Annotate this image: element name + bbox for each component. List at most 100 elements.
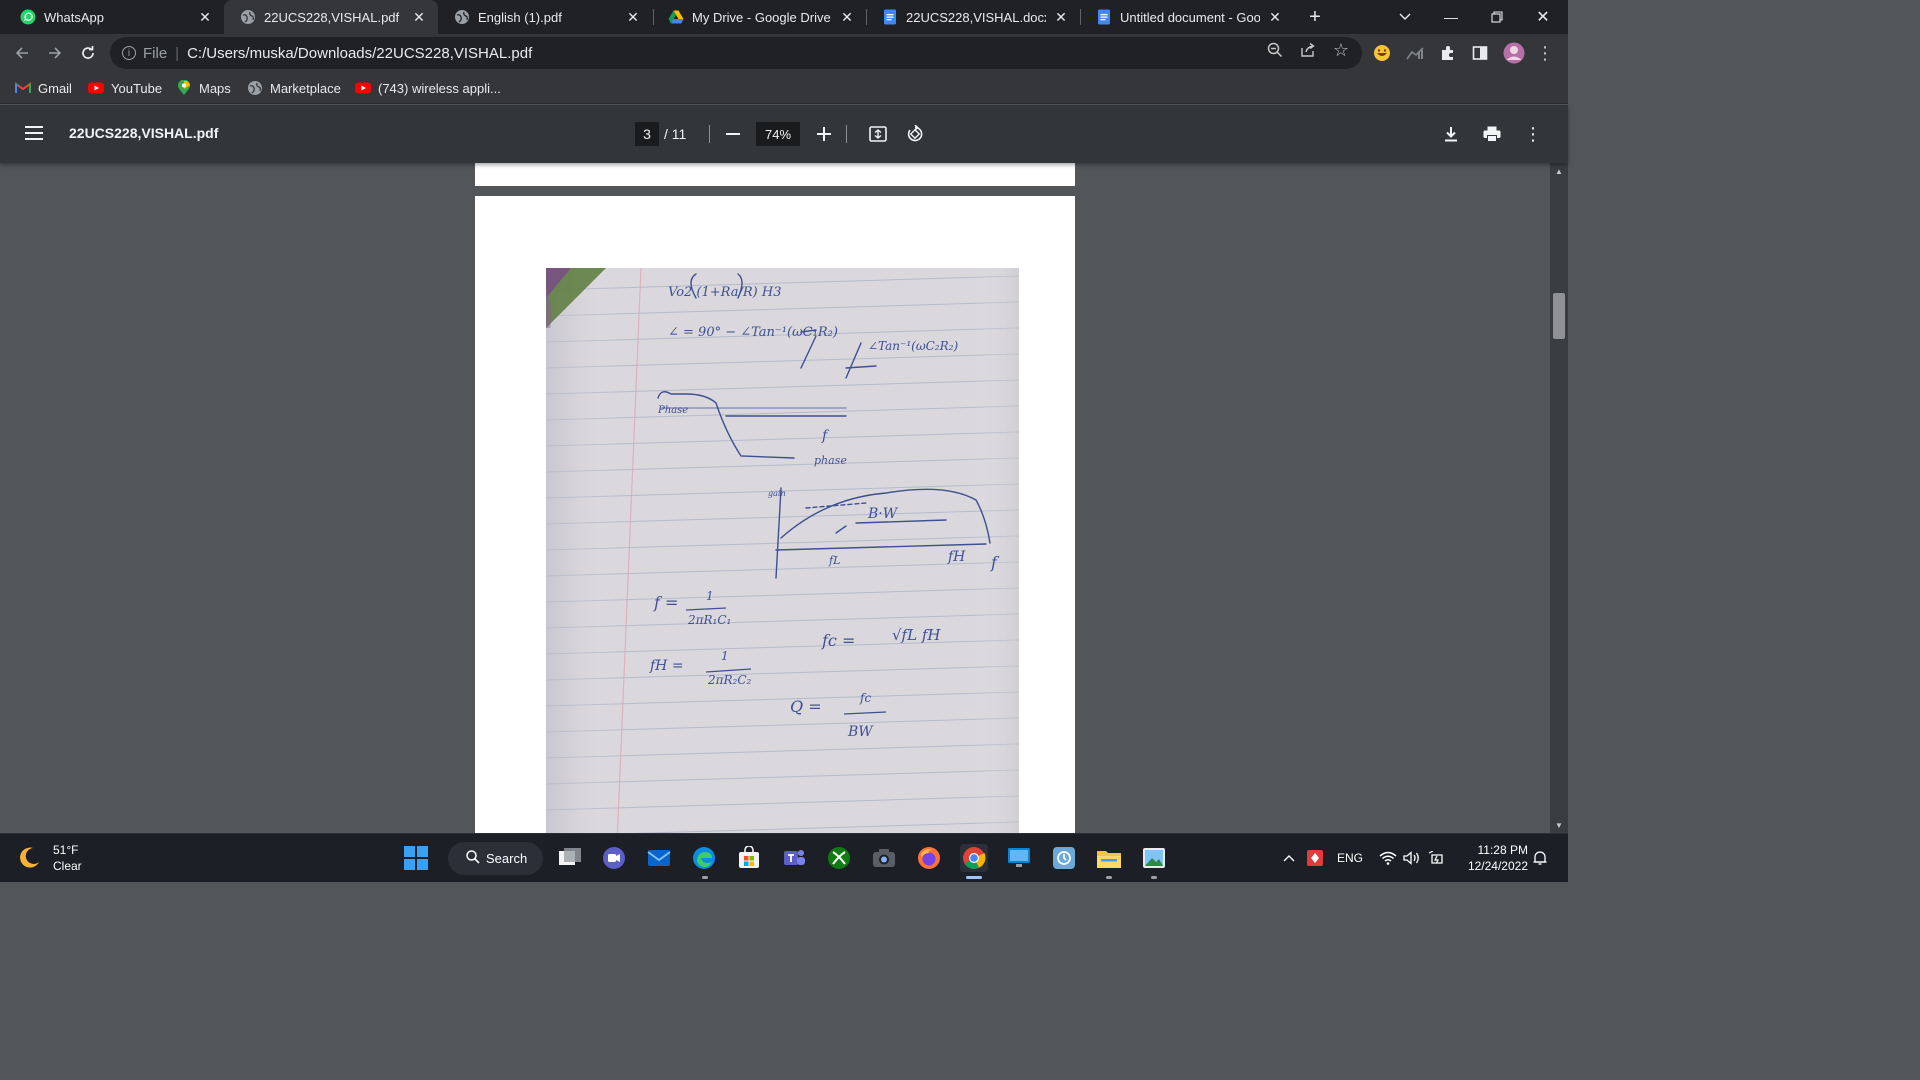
- bookmark-label: YouTube: [111, 80, 163, 96]
- tab-english-pdf[interactable]: English (1).pdf ✕: [438, 0, 652, 34]
- graph-phase-label-2: phase: [814, 454, 847, 467]
- url-scheme-label: File: [143, 44, 168, 62]
- chrome-icon[interactable]: [960, 844, 988, 872]
- bookmark-maps[interactable]: Maps: [176, 78, 231, 98]
- side-panel-icon[interactable]: [1467, 40, 1493, 66]
- bookmark-label: Maps: [199, 80, 231, 96]
- scroll-up-arrow-icon[interactable]: ▲: [1553, 165, 1565, 177]
- tab-docx[interactable]: 22UCS228,VISHAL.docx - G ✕: [866, 0, 1080, 34]
- scrollbar-thumb[interactable]: [1553, 293, 1565, 339]
- zoom-in-button[interactable]: [812, 122, 836, 146]
- browser-menu-icon[interactable]: ⋮: [1532, 40, 1558, 66]
- volume-icon[interactable]: [1402, 849, 1422, 867]
- clock-time: 11:28 PM: [1477, 843, 1528, 857]
- mail-icon[interactable]: [645, 844, 673, 872]
- close-window-button[interactable]: ✕: [1520, 0, 1566, 34]
- handwriting-line-2: ∠ = 90° − ∠Tan⁻¹(ωC₁R₂): [668, 325, 838, 340]
- bookmark-marketplace[interactable]: Marketplace: [247, 78, 341, 98]
- graph-fl-label: fL: [828, 554, 840, 567]
- zoom-out-button[interactable]: [721, 122, 745, 146]
- moon-icon: [20, 847, 39, 868]
- microsoft-store-icon[interactable]: [735, 844, 763, 872]
- globe-icon: [240, 9, 256, 25]
- info-icon[interactable]: i: [122, 46, 136, 60]
- zoom-icon[interactable]: [1263, 38, 1287, 62]
- page-number-input[interactable]: 3: [635, 122, 659, 146]
- edge-browser-icon[interactable]: [690, 844, 718, 872]
- profile-avatar[interactable]: [1501, 40, 1527, 66]
- tab-title: My Drive - Google Drive: [692, 9, 831, 25]
- bookmark-label: (743) wireless appli...: [378, 80, 501, 96]
- equation-1-denominator: 2πR₁C₁: [687, 613, 731, 627]
- bookmark-label: Gmail: [38, 80, 72, 96]
- teams-chat-icon[interactable]: [600, 844, 628, 872]
- windows-taskbar: 51°F Clear Search ENG 11:28 PM 12/24/202…: [0, 833, 1568, 882]
- weather-widget[interactable]: 51°F Clear: [16, 842, 82, 874]
- battery-icon[interactable]: [1427, 849, 1447, 867]
- task-view-icon[interactable]: [556, 844, 584, 872]
- tab-title: English (1).pdf: [478, 9, 562, 25]
- pdf-viewer[interactable]: Vo2 (1+Ra/R) H3 ∠ = 90° − ∠Tan⁻¹(ωC₁R₂) …: [0, 163, 1568, 833]
- bookmark-wireless[interactable]: (743) wireless appli...: [355, 78, 501, 98]
- close-icon[interactable]: ✕: [1266, 8, 1284, 26]
- close-icon[interactable]: ✕: [1052, 8, 1070, 26]
- close-icon[interactable]: ✕: [410, 8, 428, 26]
- show-hidden-icons-chevron-icon[interactable]: [1280, 850, 1298, 866]
- running-indicator: [702, 876, 708, 879]
- tab-search-chevron-icon[interactable]: [1382, 0, 1428, 34]
- vertical-scrollbar[interactable]: ▲ ▼: [1550, 163, 1568, 833]
- notifications-icon[interactable]: [1530, 849, 1550, 867]
- tab-title: WhatsApp: [44, 9, 104, 25]
- scroll-down-arrow-icon[interactable]: ▼: [1553, 819, 1565, 831]
- puzzle-extensions-icon[interactable]: [1435, 40, 1461, 66]
- photos-icon[interactable]: [1140, 844, 1168, 872]
- language-indicator[interactable]: ENG: [1334, 849, 1366, 867]
- reload-button[interactable]: [74, 39, 102, 67]
- bookmarks-bar: Gmail YouTube Maps Marketplace (743) wir…: [0, 72, 1568, 104]
- wifi-icon[interactable]: [1378, 849, 1398, 867]
- tab-google-drive[interactable]: My Drive - Google Drive ✕: [652, 0, 866, 34]
- address-bar[interactable]: i File | C:/Users/muska/Downloads/22UCS2…: [110, 37, 1362, 69]
- share-icon[interactable]: [1296, 38, 1320, 62]
- system-clock[interactable]: 11:28 PM 12/24/2022: [1456, 842, 1528, 874]
- rotate-icon[interactable]: [903, 122, 927, 146]
- graph-fh-label: fH: [947, 549, 966, 565]
- restore-button[interactable]: [1474, 0, 1520, 34]
- close-icon[interactable]: ✕: [838, 8, 856, 26]
- graph-phase-label: Phase: [657, 405, 688, 416]
- antivirus-tray-icon[interactable]: [1306, 849, 1324, 867]
- print-icon[interactable]: [1480, 122, 1504, 146]
- start-windows-icon[interactable]: [402, 844, 430, 872]
- firefox-icon[interactable]: [915, 844, 943, 872]
- equation-4-denominator: BW: [847, 724, 874, 740]
- back-button[interactable]: [8, 39, 36, 67]
- emoji-extension-icon[interactable]: [1369, 40, 1395, 66]
- pdf-menu-icon[interactable]: [22, 122, 46, 146]
- new-tab-button[interactable]: +: [1300, 0, 1330, 34]
- close-icon[interactable]: ✕: [624, 8, 642, 26]
- page-total-label: / 11: [664, 126, 687, 142]
- tab-active-pdf[interactable]: 22UCS228,VISHAL.pdf ✕: [224, 0, 438, 34]
- fit-to-page-icon[interactable]: [866, 122, 890, 146]
- graph-gain-label: gain: [768, 489, 786, 498]
- bookmark-gmail[interactable]: Gmail: [15, 78, 72, 98]
- bookmark-star-icon[interactable]: ☆: [1329, 38, 1353, 62]
- remote-desktop-icon[interactable]: [1005, 844, 1033, 872]
- app-chat-icon[interactable]: [1050, 844, 1078, 872]
- taskbar-search-button[interactable]: Search: [448, 842, 543, 875]
- download-icon[interactable]: [1439, 122, 1463, 146]
- xbox-icon[interactable]: [825, 844, 853, 872]
- chart-extension-icon[interactable]: [1402, 40, 1428, 66]
- minimize-button[interactable]: —: [1428, 0, 1474, 34]
- forward-button[interactable]: [41, 39, 69, 67]
- bookmark-youtube[interactable]: YouTube: [88, 78, 162, 98]
- close-icon[interactable]: ✕: [196, 8, 214, 26]
- teams-icon[interactable]: [780, 844, 808, 872]
- more-options-icon[interactable]: ⋮: [1521, 122, 1545, 146]
- file-explorer-icon[interactable]: [1095, 844, 1123, 872]
- zoom-level-input[interactable]: 74%: [756, 122, 800, 146]
- bookmark-label: Marketplace: [270, 80, 341, 96]
- camera-icon[interactable]: [870, 844, 898, 872]
- tab-untitled-doc[interactable]: Untitled document - Googl ✕: [1080, 0, 1294, 34]
- tab-whatsapp[interactable]: WhatsApp ✕: [4, 0, 224, 34]
